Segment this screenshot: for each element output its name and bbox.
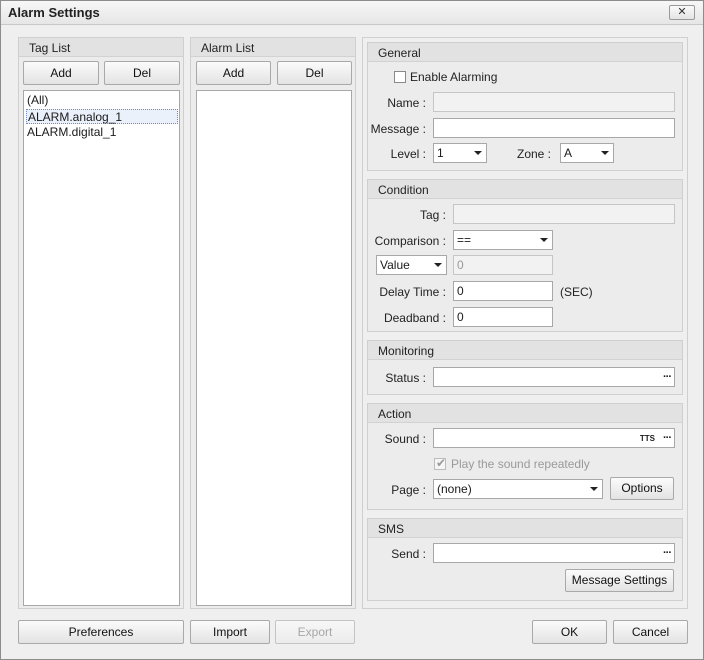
comparison-value: == [457,233,472,247]
chevron-down-icon [601,151,609,155]
repeat-sound-label: Play the sound repeatedly [451,457,590,471]
tag-list-title: Tag List [29,41,71,55]
tag-list-panel: Tag List Add Del (All) ALARM.analog_1 AL… [18,37,184,609]
page-value: (none) [437,482,472,496]
comparison-select[interactable]: == [453,230,553,250]
cancel-button[interactable]: Cancel [613,620,688,644]
chevron-down-icon [474,151,482,155]
condition-group: Condition Tag : Comparison : == Value 0 … [367,179,683,332]
tag-listbox[interactable]: (All) ALARM.analog_1 ALARM.digital_1 [23,90,180,606]
window-title: Alarm Settings [8,5,100,20]
alarm-del-button[interactable]: Del [277,61,352,85]
enable-alarming-checkbox[interactable] [394,71,406,83]
page-label: Page : [391,483,426,497]
export-button[interactable]: Export [275,620,355,644]
sound-field[interactable]: TTS ··· [433,428,675,448]
monitoring-group: Monitoring Status : ··· [367,340,683,395]
send-field[interactable]: ··· [433,543,675,563]
tag-add-button[interactable]: Add [23,61,99,85]
title-bar: Alarm Settings ✕ [1,1,703,25]
import-button[interactable]: Import [190,620,270,644]
name-field[interactable] [433,92,675,112]
tts-icon[interactable]: TTS [640,430,655,447]
sms-group: SMS Send : ··· Message Settings [367,518,683,601]
zone-select[interactable]: A [560,143,614,163]
level-select[interactable]: 1 [433,143,487,163]
alarm-list-title: Alarm List [201,41,255,55]
options-button[interactable]: Options [610,477,674,500]
list-item[interactable]: ALARM.analog_1 [26,109,178,124]
general-group: General Enable Alarming Name : Message :… [367,42,683,171]
comparison-label: Comparison : [374,234,446,248]
alarm-listbox[interactable] [196,90,352,606]
tag-label: Tag : [419,208,446,222]
general-title: General [378,46,421,60]
value-type-select[interactable]: Value [376,255,447,275]
name-label: Name : [387,96,426,110]
ok-button[interactable]: OK [532,620,607,644]
value-field[interactable]: 0 [453,255,553,275]
condition-title: Condition [378,183,429,197]
message-label: Message : [370,122,426,136]
value-type-value: Value [380,258,410,272]
level-value: 1 [437,146,444,160]
alarm-add-button[interactable]: Add [196,61,271,85]
delay-time-label: Delay Time : [379,285,446,299]
delay-time-field[interactable]: 0 [453,281,553,301]
delay-unit-label: (SEC) [560,285,593,299]
browse-icon[interactable]: ··· [663,429,672,447]
status-field[interactable]: ··· [433,367,675,387]
enable-alarming-label: Enable Alarming [410,70,498,84]
page-select[interactable]: (none) [433,479,603,499]
sms-title: SMS [378,522,405,536]
send-label: Send : [391,547,426,561]
action-title: Action [378,407,412,421]
browse-icon[interactable]: ··· [663,544,672,562]
tag-del-button[interactable]: Del [104,61,180,85]
level-label: Level : [390,147,426,161]
chevron-down-icon [540,238,548,242]
alarm-list-panel: Alarm List Add Del [190,37,356,609]
alarm-settings-window: Alarm Settings ✕ Tag List Add Del (All) … [0,0,704,660]
list-item[interactable]: ALARM.digital_1 [26,125,117,140]
message-settings-button[interactable]: Message Settings [565,569,674,592]
chevron-down-icon [434,263,442,267]
close-icon[interactable]: ✕ [669,5,695,20]
sound-label: Sound : [384,432,426,446]
deadband-field[interactable]: 0 [453,307,553,327]
zone-label: Zone : [517,147,552,161]
preferences-button[interactable]: Preferences [18,620,184,644]
deadband-label: Deadband : [383,311,446,325]
tag-field[interactable] [453,204,675,224]
status-label: Status : [385,371,426,385]
repeat-sound-checkbox[interactable]: ✔ [434,456,447,470]
list-item[interactable]: (All) [26,93,49,108]
message-field[interactable] [433,118,675,138]
monitoring-title: Monitoring [378,344,435,358]
checkmark-icon: ✔ [436,456,447,470]
browse-icon[interactable]: ··· [663,368,672,386]
chevron-down-icon [590,487,598,491]
zone-value: A [564,146,573,160]
action-group: Action Sound : TTS ··· ✔ Play the sound … [367,403,683,510]
